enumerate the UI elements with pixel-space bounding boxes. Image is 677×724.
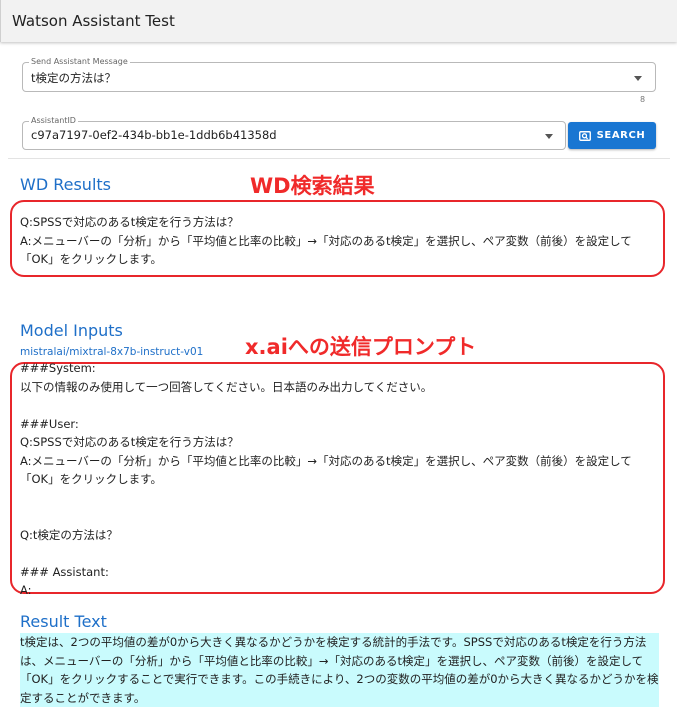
character-counter: 8: [640, 95, 646, 104]
assistant-id-value: c97a7197-0ef2-434b-bb1e-1ddb6b41358d: [31, 128, 277, 142]
result-text-body: t検定は、2つの平均値の差が0から大きく異なるかどうかを検定する統計的手法です。…: [20, 633, 659, 707]
wd-results-annotation: WD検索結果: [250, 174, 375, 198]
divider: [8, 158, 670, 159]
wd-results-title: WD Results: [20, 175, 111, 194]
model-inputs-title: Model Inputs: [20, 321, 123, 340]
result-text-title: Result Text: [20, 612, 107, 631]
search-button[interactable]: SEARCH: [568, 122, 656, 149]
wd-results-text: Q:SPSSで対応のあるt検定を行う方法は？ A:メニューバーの「分析」から「平…: [20, 215, 632, 266]
model-inputs-annotation: x.aiへの送信プロンプト: [245, 335, 477, 359]
chevron-down-icon[interactable]: [634, 76, 642, 81]
model-name-link[interactable]: mistralai/mixtral-8x7b-instruct-v01: [20, 346, 203, 358]
assistant-id-select[interactable]: AssistantID c97a7197-0ef2-434b-bb1e-1ddb…: [22, 116, 566, 150]
image-search-icon: [578, 130, 591, 141]
message-select-value: t検定の方法は？: [31, 71, 117, 85]
assistant-id-label: AssistantID: [29, 116, 78, 126]
app-bar: Watson Assistant Test: [0, 0, 677, 42]
message-select[interactable]: Send Assistant Message t検定の方法は？: [22, 57, 656, 92]
search-button-label: SEARCH: [596, 130, 646, 141]
app-title: Watson Assistant Test: [12, 12, 175, 30]
chevron-down-icon[interactable]: [545, 134, 553, 139]
message-select-label: Send Assistant Message: [29, 57, 130, 67]
model-inputs-prompt: ###System: 以下の情報のみ使用して一つ回答してください。日本語のみ出力…: [20, 361, 632, 597]
